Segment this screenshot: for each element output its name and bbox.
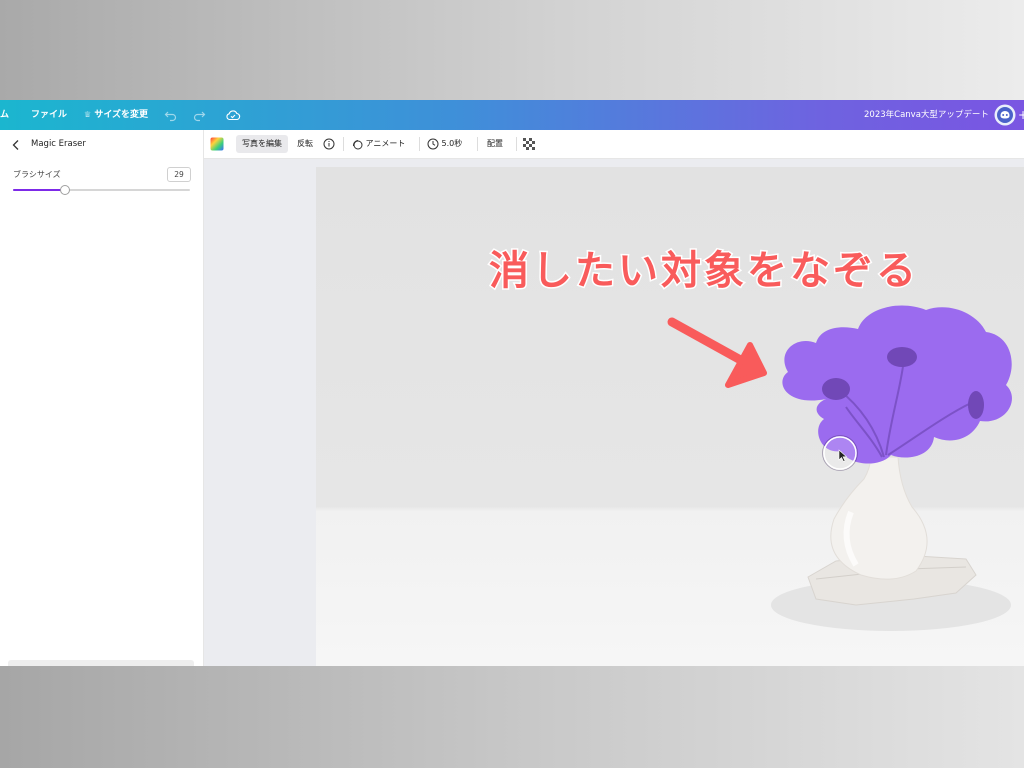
redo-icon — [193, 111, 206, 121]
brush-size-slider-thumb[interactable] — [60, 185, 71, 195]
back-chevron-icon[interactable] — [10, 138, 22, 152]
panel-title: Magic Eraser — [31, 139, 86, 149]
cloud-check-icon — [226, 109, 241, 120]
undo-button[interactable] — [164, 100, 178, 130]
canva-editor-window: ム ファイル ♕ サイズを変更 2023年Canva大型アップデート + Mag… — [0, 100, 1024, 666]
document-title[interactable]: 2023年Canva大型アップデート — [864, 100, 989, 130]
position-button[interactable]: 配置 — [487, 130, 503, 158]
animate-label: アニメート — [365, 139, 406, 148]
user-avatar-button[interactable] — [994, 100, 1016, 130]
top-bar: ム ファイル ♕ サイズを変更 2023年Canva大型アップデート + — [0, 100, 1024, 130]
crown-icon: ♕ — [84, 110, 92, 119]
transparency-button[interactable] — [523, 130, 535, 158]
duration-label: 5.0秒 — [441, 139, 463, 148]
brush-cursor — [822, 435, 858, 471]
edit-photo-button[interactable]: 写真を編集 — [236, 135, 288, 153]
flip-button[interactable]: 反転 — [297, 130, 313, 158]
duration-button[interactable]: 5.0秒 — [427, 130, 462, 158]
save-status-button[interactable] — [225, 100, 241, 130]
screen-bottom-band — [0, 666, 1024, 768]
brush-size-label: ブラシサイズ — [13, 170, 61, 179]
context-toolbar: 写真を編集 反転 アニメート 5.0秒 配置 — [204, 130, 1024, 159]
vase-photo[interactable]: 消したい対象をなぞる — [316, 167, 1024, 666]
annotation-text: 消したい対象をなぞる — [489, 248, 919, 294]
design-canvas-area: 消したい対象をなぞる — [204, 159, 1024, 666]
add-collaborator-icon[interactable]: + — [1018, 100, 1024, 130]
color-adjust-button[interactable] — [210, 130, 224, 158]
resize-button[interactable]: ♕ サイズを変更 — [84, 100, 148, 130]
info-icon — [323, 138, 335, 149]
transparency-checker-icon — [523, 137, 535, 150]
eraser-mask — [782, 305, 1012, 464]
animate-button[interactable]: アニメート — [351, 130, 405, 158]
animate-icon — [352, 139, 363, 149]
magic-eraser-panel: Magic Eraser ブラシサイズ 29 — [0, 130, 204, 666]
resize-label: サイズを変更 — [94, 110, 149, 120]
brush-size-input[interactable]: 29 — [167, 167, 191, 182]
info-button[interactable] — [323, 130, 335, 158]
brush-size-slider[interactable] — [13, 185, 190, 195]
brush-size-slider-fill — [13, 189, 65, 191]
file-menu[interactable]: ファイル — [31, 100, 67, 130]
redo-button[interactable] — [192, 100, 206, 130]
home-menu-label[interactable]: ム — [0, 100, 9, 130]
avatar — [994, 104, 1016, 125]
undo-icon — [164, 111, 177, 121]
vase — [830, 456, 928, 580]
annotation-arrow — [667, 317, 767, 388]
panel-bottom-edge — [8, 660, 194, 666]
clock-icon — [427, 138, 439, 149]
rainbow-color-icon — [210, 137, 224, 150]
